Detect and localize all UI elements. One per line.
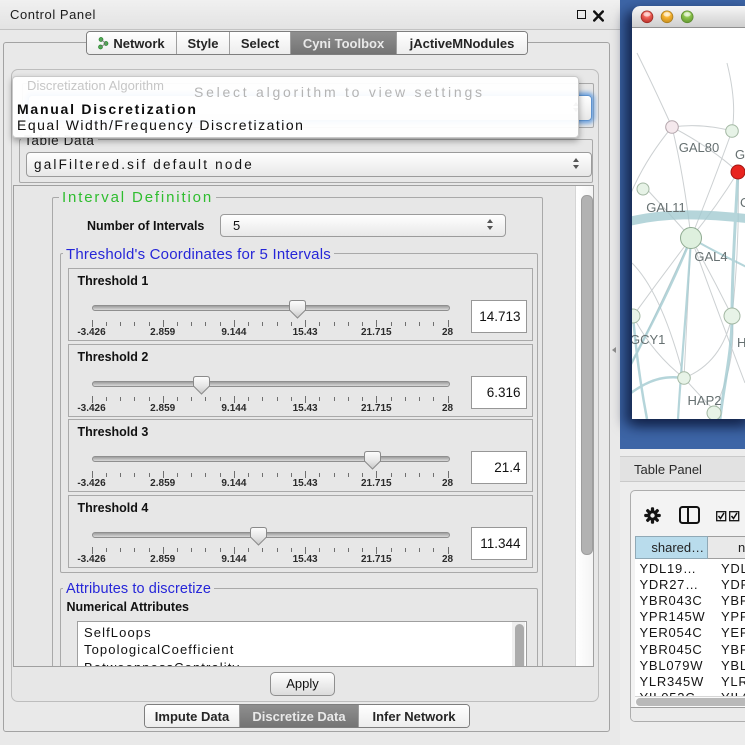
svg-text:GAL…: GAL… (735, 147, 745, 162)
svg-text:HAP2: HAP2 (688, 393, 722, 408)
svg-text:C: C (740, 195, 745, 210)
svg-text:H: H (737, 335, 745, 350)
svg-text:GAL4: GAL4 (694, 249, 727, 264)
svg-text:GAL80: GAL80 (679, 140, 719, 155)
svg-text:GCY1: GCY1 (632, 332, 665, 347)
svg-text:GAL11: GAL11 (646, 200, 686, 215)
